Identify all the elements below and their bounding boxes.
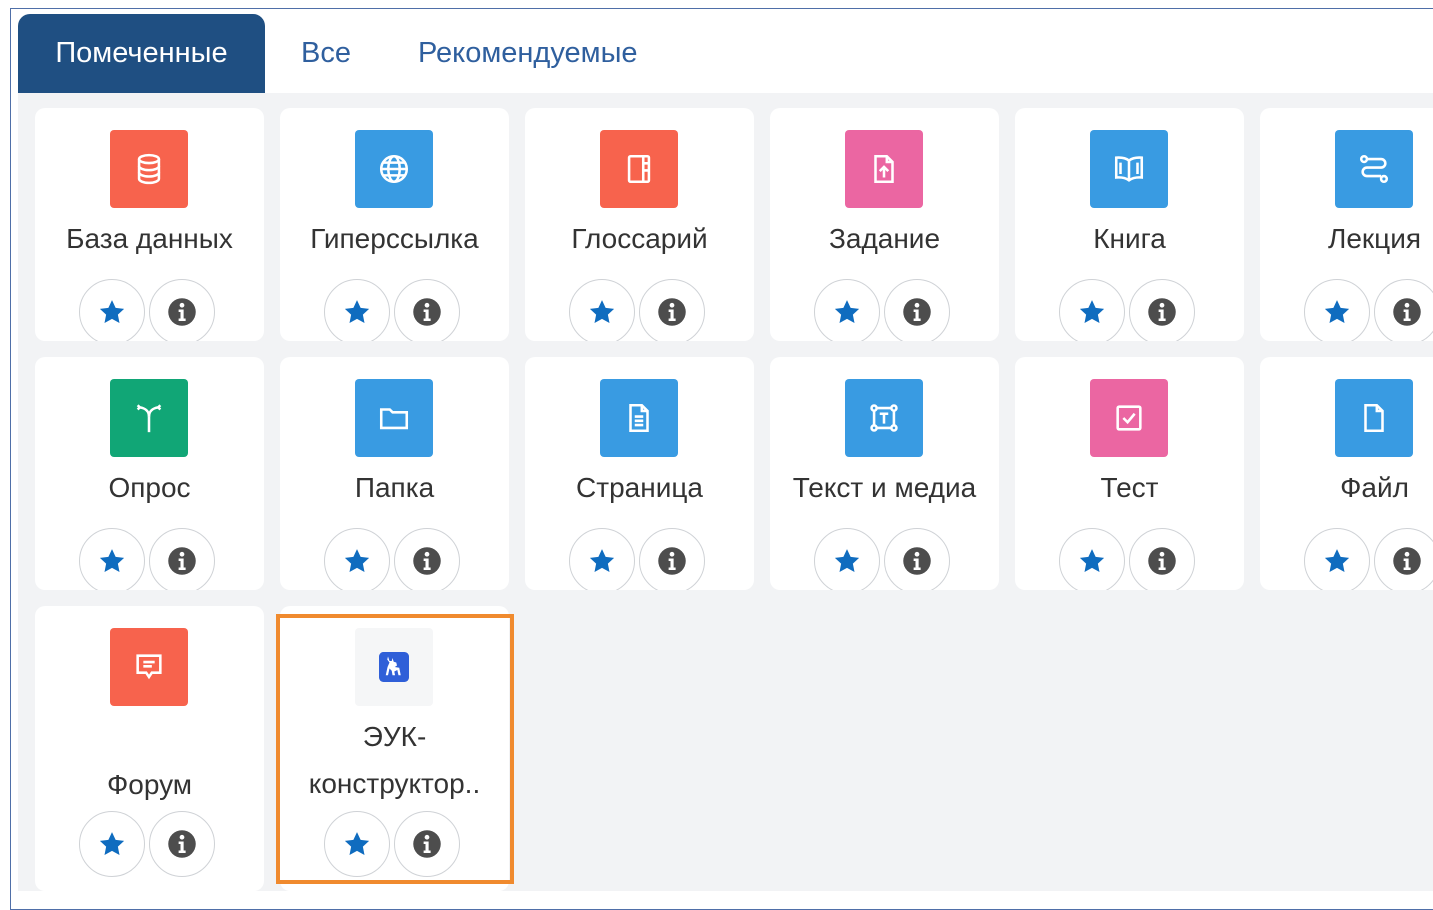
signpost-icon	[110, 379, 188, 457]
info-icon	[1148, 547, 1176, 575]
info-icon	[168, 547, 196, 575]
file-upload-icon	[845, 130, 923, 208]
glossary-book-icon	[600, 130, 678, 208]
info-icon	[168, 830, 196, 858]
tab-starred[interactable]: Помеченные	[18, 14, 265, 93]
info-icon	[658, 547, 686, 575]
star-icon	[99, 832, 125, 855]
star-button[interactable]	[324, 528, 390, 590]
activity-label: Текст и медиа	[792, 472, 977, 503]
star-button[interactable]	[324, 279, 390, 341]
info-button[interactable]	[149, 811, 215, 877]
activity-label: База данных	[66, 223, 233, 254]
activity-label: Гиперссылка	[310, 223, 479, 254]
star-button[interactable]	[569, 279, 635, 341]
star-button[interactable]	[569, 528, 635, 590]
info-icon	[903, 298, 931, 326]
info-button[interactable]	[1129, 279, 1195, 341]
star-button[interactable]	[1304, 279, 1370, 341]
activity-tile-choice[interactable]: Опрос	[35, 357, 264, 590]
star-icon	[99, 549, 125, 572]
info-button[interactable]	[1374, 279, 1433, 341]
info-icon	[1393, 298, 1421, 326]
activity-label: Задание	[828, 223, 941, 254]
folder-icon	[355, 379, 433, 457]
activity-tile-quiz[interactable]: Тест	[1015, 357, 1244, 590]
info-button[interactable]	[639, 279, 705, 341]
star-button[interactable]	[814, 279, 880, 341]
info-icon	[903, 547, 931, 575]
activity-label: Тест	[1100, 472, 1159, 503]
star-icon	[1324, 549, 1350, 572]
activity-label: Опрос	[108, 472, 191, 503]
info-button[interactable]	[884, 279, 950, 341]
star-icon	[99, 300, 125, 323]
star-icon	[834, 300, 860, 323]
star-icon	[589, 300, 615, 323]
tab-all[interactable]: Все	[265, 14, 384, 93]
activity-label: Лекция	[1327, 223, 1422, 254]
info-icon	[1148, 298, 1176, 326]
activity-tile-database[interactable]: База данных	[35, 108, 264, 341]
activity-label: Файл	[1340, 472, 1409, 503]
star-icon	[834, 549, 860, 572]
page-document-icon	[600, 379, 678, 457]
open-book-icon	[1090, 130, 1168, 208]
info-button[interactable]	[149, 528, 215, 590]
star-button[interactable]	[79, 279, 145, 341]
info-icon	[413, 298, 441, 326]
info-button[interactable]	[884, 528, 950, 590]
info-icon	[168, 298, 196, 326]
highlight-box	[276, 614, 514, 884]
activity-label: Страница	[576, 472, 703, 503]
activity-label: Папка	[354, 472, 435, 503]
info-button[interactable]	[149, 279, 215, 341]
star-icon	[589, 549, 615, 572]
info-button[interactable]	[1374, 528, 1433, 590]
lesson-path-icon	[1335, 130, 1413, 208]
database-icon	[110, 130, 188, 208]
star-icon	[344, 549, 370, 572]
star-icon	[1079, 300, 1105, 323]
star-button[interactable]	[79, 528, 145, 590]
file-icon	[1335, 379, 1413, 457]
star-icon	[1079, 549, 1105, 572]
globe-icon	[355, 130, 433, 208]
activity-grid: База данных Гиперссылка Глоссарий Задани…	[18, 93, 1433, 891]
activity-tile-page[interactable]: Страница	[525, 357, 754, 590]
info-button[interactable]	[1129, 528, 1195, 590]
activity-tile-file[interactable]: Файл	[1260, 357, 1433, 590]
star-button[interactable]	[79, 811, 145, 877]
star-icon	[344, 300, 370, 323]
star-icon	[1324, 300, 1350, 323]
activity-tile-forum[interactable]: Форум	[35, 606, 264, 891]
info-button[interactable]	[639, 528, 705, 590]
activity-tile-url[interactable]: Гиперссылка	[280, 108, 509, 341]
star-button[interactable]	[1059, 279, 1125, 341]
info-icon	[658, 298, 686, 326]
activity-label: Книга	[1093, 223, 1166, 254]
info-icon	[1393, 547, 1421, 575]
activity-tile-book[interactable]: Книга	[1015, 108, 1244, 341]
tab-bar: Помеченные Все Рекомендуемые	[18, 14, 671, 93]
tab-recommended[interactable]: Рекомендуемые	[384, 14, 671, 93]
activity-label: Глоссарий	[571, 223, 708, 254]
checkbox-icon	[1090, 379, 1168, 457]
star-button[interactable]	[1304, 528, 1370, 590]
activity-tile-text-media[interactable]: Текст и медиа	[770, 357, 999, 590]
activity-tile-folder[interactable]: Папка	[280, 357, 509, 590]
info-button[interactable]	[394, 279, 460, 341]
activity-tile-lesson[interactable]: Лекция	[1260, 108, 1433, 341]
star-button[interactable]	[1059, 528, 1125, 590]
info-button[interactable]	[394, 528, 460, 590]
info-icon	[413, 547, 441, 575]
activity-tile-glossary[interactable]: Глоссарий	[525, 108, 754, 341]
speech-bubble-icon	[110, 628, 188, 706]
text-frame-icon	[845, 379, 923, 457]
activity-tile-assignment[interactable]: Задание	[770, 108, 999, 341]
star-button[interactable]	[814, 528, 880, 590]
activity-label: Форум	[106, 769, 193, 800]
